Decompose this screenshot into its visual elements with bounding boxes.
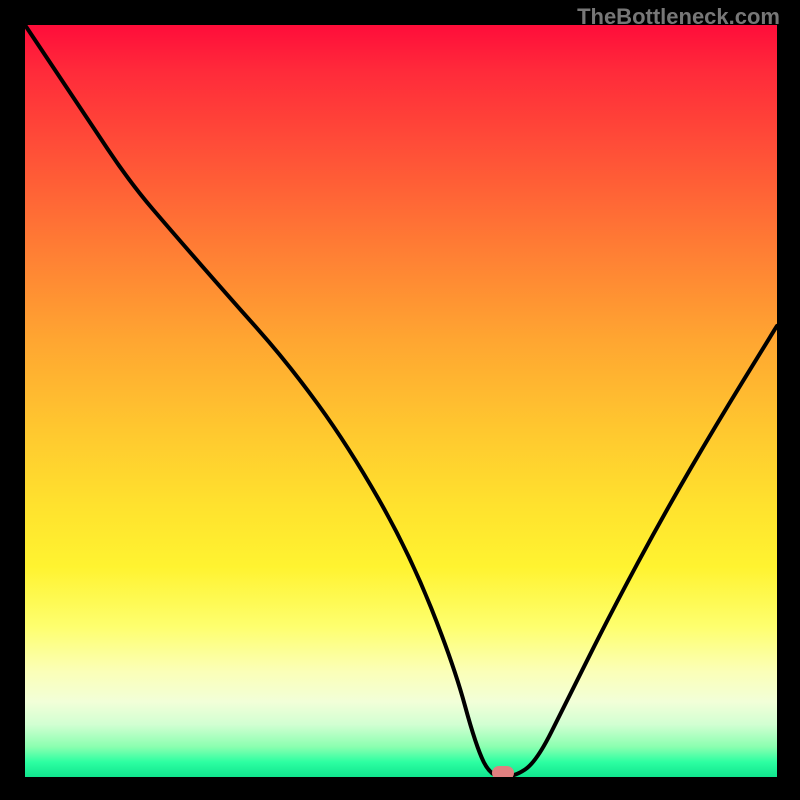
curve-path (25, 25, 777, 777)
chart-container: TheBottleneck.com (0, 0, 800, 800)
watermark-text: TheBottleneck.com (577, 4, 780, 30)
curve-svg (25, 25, 777, 777)
valley-marker (492, 766, 514, 777)
plot-area (25, 25, 777, 777)
